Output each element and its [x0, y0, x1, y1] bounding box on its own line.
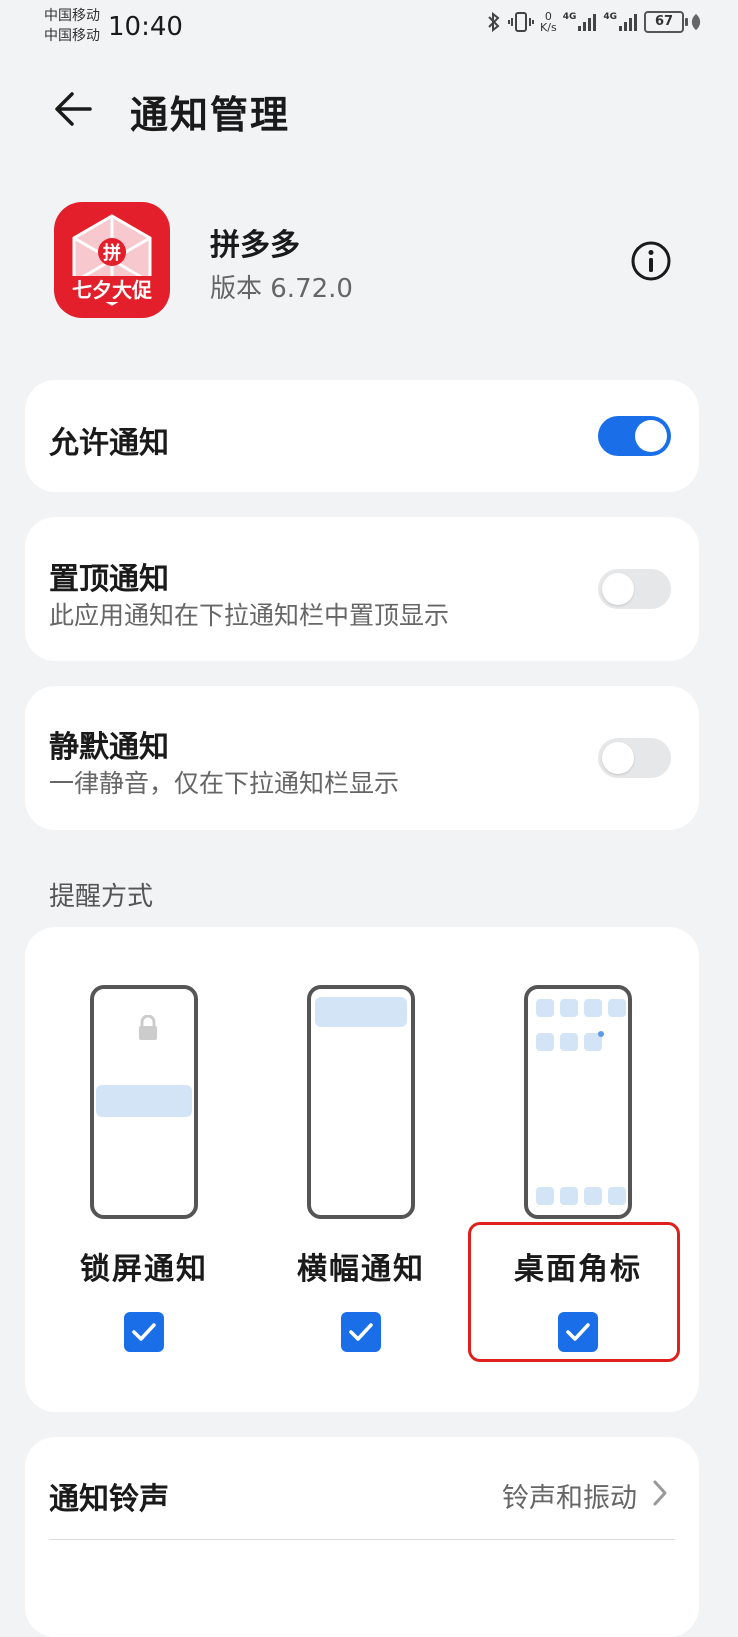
banner-illustration[interactable]: [307, 985, 415, 1219]
allow-notifications-toggle[interactable]: [598, 416, 671, 456]
app-tile: [608, 999, 626, 1017]
app-tile: [560, 1033, 578, 1051]
dock-tile: [536, 1187, 554, 1205]
lockscreen-illustration[interactable]: [90, 985, 198, 1219]
pinned-notifications-toggle[interactable]: [598, 569, 671, 609]
info-icon[interactable]: [630, 240, 672, 282]
carrier-2: 中国移动: [44, 28, 100, 44]
toggle-knob: [602, 742, 634, 774]
chevron-right-icon[interactable]: [650, 1478, 670, 1508]
vibrate-icon: [508, 12, 535, 32]
pinduoduo-logo-icon: 拼 七夕大促: [54, 202, 170, 318]
ringtone-value[interactable]: 铃声和振动: [502, 1476, 637, 1515]
dock-tile: [608, 1187, 626, 1205]
dock-tile: [560, 1187, 578, 1205]
app-tile: [560, 999, 578, 1017]
net-speed: 0 K/s: [540, 11, 557, 33]
page-title: 通知管理: [130, 93, 291, 137]
silent-notifications-toggle[interactable]: [598, 738, 671, 778]
pinned-notifications-description: 此应用通知在下拉通知栏中置顶显示: [49, 601, 450, 630]
signal-icon: [619, 14, 637, 31]
pinned-notifications-label: 置顶通知: [49, 562, 169, 597]
battery-icon: 67: [644, 11, 688, 33]
checkmark-icon: [349, 1323, 373, 1341]
allow-notifications-label: 允许通知: [49, 426, 169, 461]
toggle-knob: [635, 420, 667, 452]
app-icon-center-text: 拼: [103, 242, 121, 264]
bluetooth-icon: [488, 11, 500, 33]
highlight-box: [468, 1222, 680, 1362]
badge-illustration[interactable]: [524, 985, 632, 1219]
app-version: 版本 6.72.0: [210, 274, 353, 304]
option-label-lockscreen: 锁屏通知: [80, 1252, 208, 1287]
option-label-banner: 横幅通知: [297, 1252, 425, 1287]
status-icons: 0 K/s 4G 4G 67: [486, 10, 702, 34]
section-label-reminder: 提醒方式: [49, 882, 154, 912]
toggle-knob: [602, 573, 634, 605]
net-speed-unit: K/s: [540, 21, 557, 34]
ringtone-label: 通知铃声: [49, 1482, 169, 1517]
ringtone-card[interactable]: [25, 1437, 699, 1637]
app-icon-banner-text: 七夕大促: [72, 278, 153, 302]
app-tile: [536, 999, 554, 1017]
app-tile: [584, 999, 602, 1017]
network-type-2: 4G: [603, 12, 617, 22]
badge-dot: [598, 1031, 604, 1037]
network-type-1: 4G: [562, 12, 577, 22]
app-name: 拼多多: [210, 228, 300, 263]
silent-notifications-label: 静默通知: [49, 730, 169, 765]
app-icon: 拼 七夕大促: [54, 202, 170, 318]
app-tile: [536, 1033, 554, 1051]
checkmark-icon: [132, 1323, 156, 1341]
silent-notifications-description: 一律静音，仅在下拉通知栏显示: [49, 769, 400, 798]
banner-notification-bar: [315, 997, 407, 1027]
signal-1: 4G: [563, 12, 598, 32]
lockscreen-notification-bar: [96, 1085, 192, 1117]
banner-checkbox[interactable]: [341, 1312, 381, 1352]
signal-2: 4G: [603, 12, 638, 32]
carrier-1: 中国移动: [44, 8, 100, 24]
back-arrow-icon[interactable]: [50, 86, 96, 132]
status-time: 10:40: [108, 12, 183, 42]
lock-icon: [139, 1015, 157, 1040]
dock-tile: [584, 1187, 602, 1205]
divider: [49, 1539, 675, 1540]
lockscreen-checkbox[interactable]: [124, 1312, 164, 1352]
leaf-icon: [691, 14, 701, 30]
signal-icon: [578, 14, 597, 31]
